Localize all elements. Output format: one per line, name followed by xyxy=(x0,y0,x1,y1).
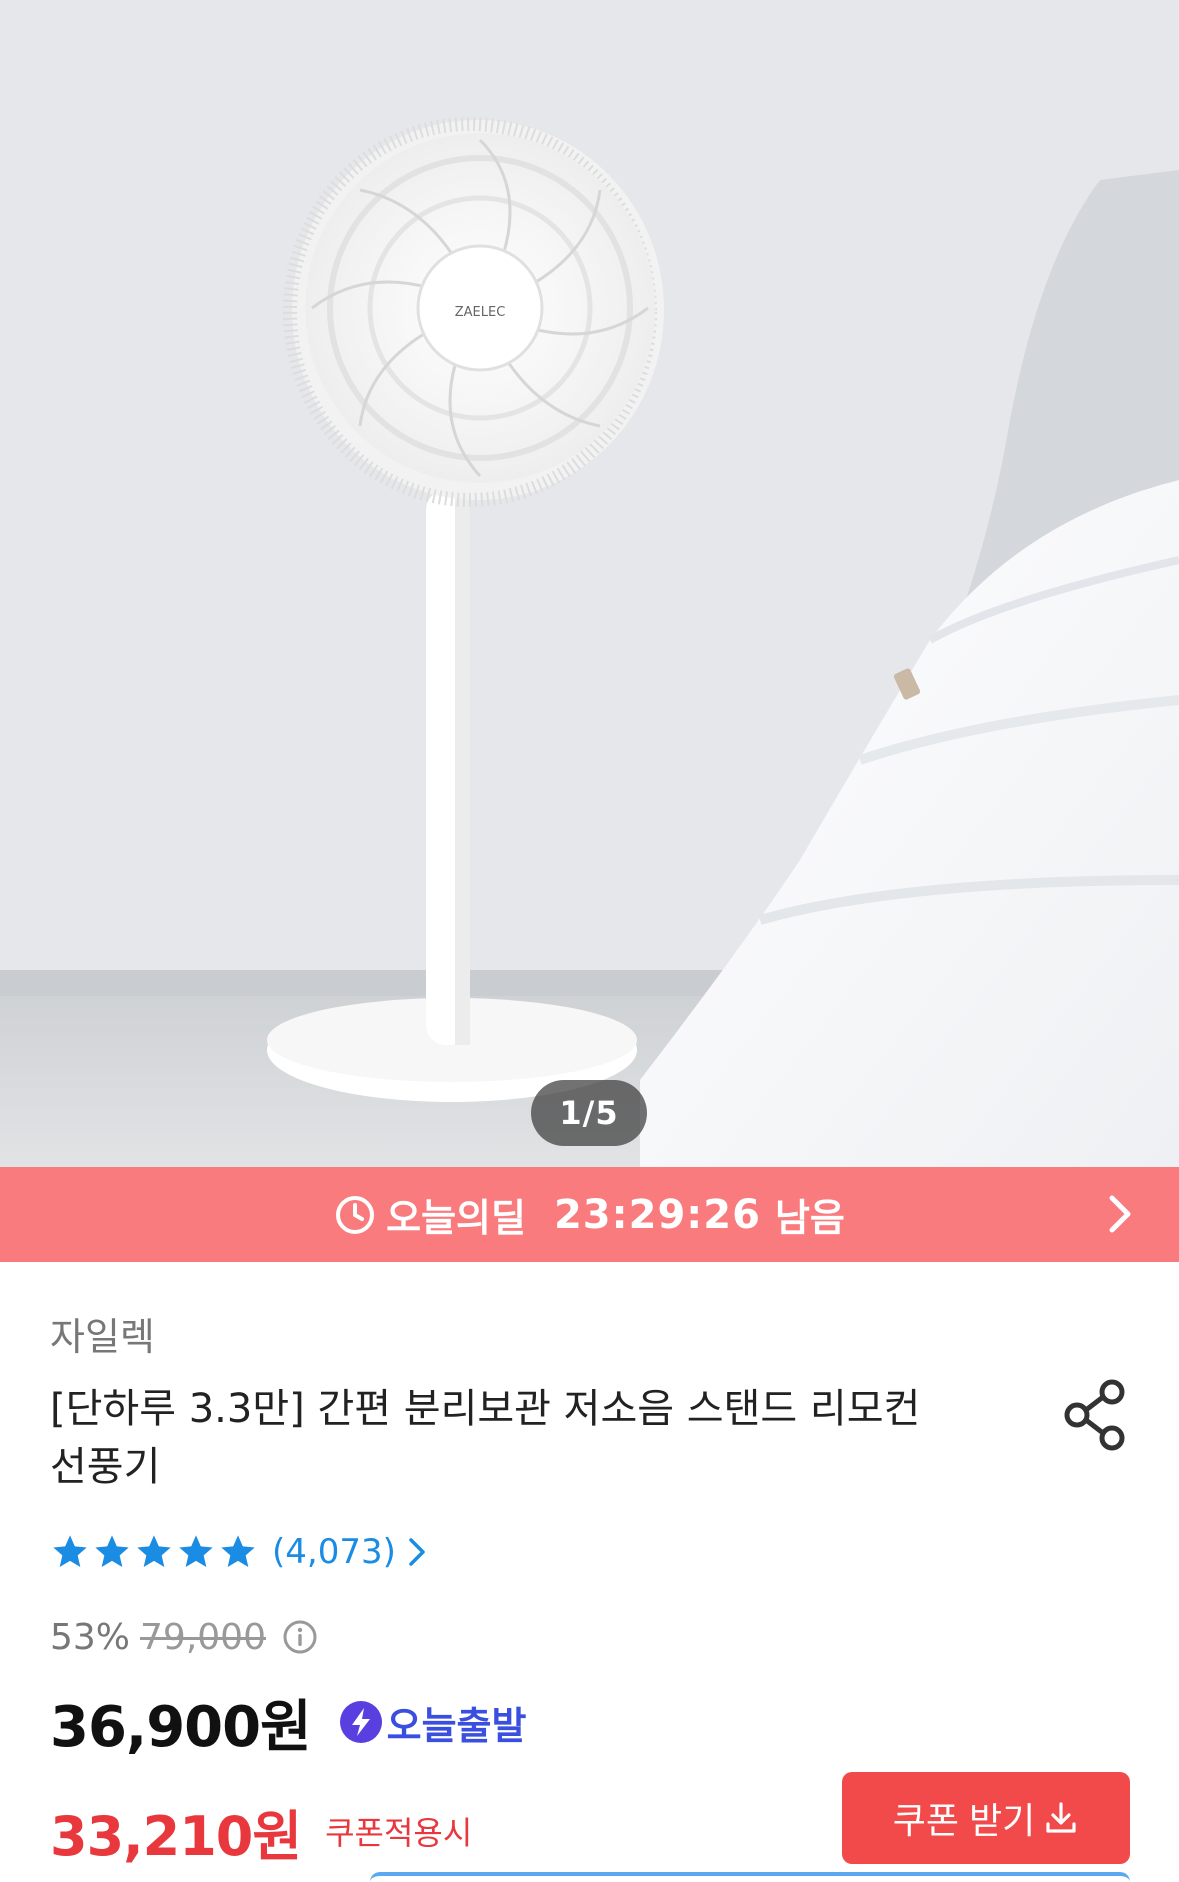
clock-icon xyxy=(336,1195,375,1234)
share-icon[interactable] xyxy=(1062,1378,1128,1452)
coupon-price: 33,210원 xyxy=(50,1804,302,1868)
sale-price: 36,900원 xyxy=(50,1694,312,1760)
coupon-price-row: 33,210원 쿠폰적용시 xyxy=(50,1796,473,1868)
star-icon xyxy=(53,1535,87,1567)
next-section-edge xyxy=(370,1872,1130,1882)
star-icon xyxy=(95,1535,129,1567)
fan-logo: ZAELEC xyxy=(455,305,506,320)
get-coupon-button[interactable]: 쿠폰 받기 xyxy=(842,1772,1130,1864)
info-icon[interactable] xyxy=(282,1619,318,1655)
shipping-badge: 오늘출발 xyxy=(386,1703,527,1748)
deal-label: 오늘의딜 xyxy=(386,1196,526,1240)
chevron-right-icon xyxy=(409,1538,425,1566)
star-icon xyxy=(179,1535,213,1567)
discount-row: 53% 79,000 xyxy=(50,1612,318,1662)
get-coupon-label: 쿠폰 받기 xyxy=(892,1800,1036,1841)
deal-countdown: 23:29:26 xyxy=(553,1191,761,1238)
star-icon xyxy=(221,1535,255,1567)
discount-rate: 53% xyxy=(50,1616,131,1658)
product-photo: ZAELEC xyxy=(0,0,1179,1167)
deal-suffix: 남음 xyxy=(774,1196,845,1240)
download-icon xyxy=(1046,1802,1076,1833)
price-row: 36,900원 오늘출발 xyxy=(50,1686,527,1760)
chevron-right-icon[interactable] xyxy=(1107,1193,1133,1235)
image-pager: 1/5 xyxy=(531,1080,647,1146)
lightning-icon xyxy=(339,1701,382,1743)
todays-deal-banner[interactable]: 오늘의딜 23:29:26 남음 xyxy=(0,1167,1179,1262)
original-price: 79,000 xyxy=(140,1616,266,1658)
rating-summary[interactable]: (4,073) xyxy=(50,1528,426,1576)
product-title: [단하루 3.3만] 간편 분리보관 저소음 스탠드 리모컨 선풍기 xyxy=(50,1386,921,1490)
star-icon xyxy=(137,1535,171,1567)
coupon-note: 쿠폰적용시 xyxy=(325,1814,473,1852)
review-count[interactable]: (4,073) xyxy=(272,1532,396,1572)
star-rating xyxy=(50,1532,260,1572)
product-image-gallery[interactable]: ZAELEC 1/5 xyxy=(0,0,1179,1167)
brand-name[interactable]: 자일렉 xyxy=(50,1306,155,1361)
